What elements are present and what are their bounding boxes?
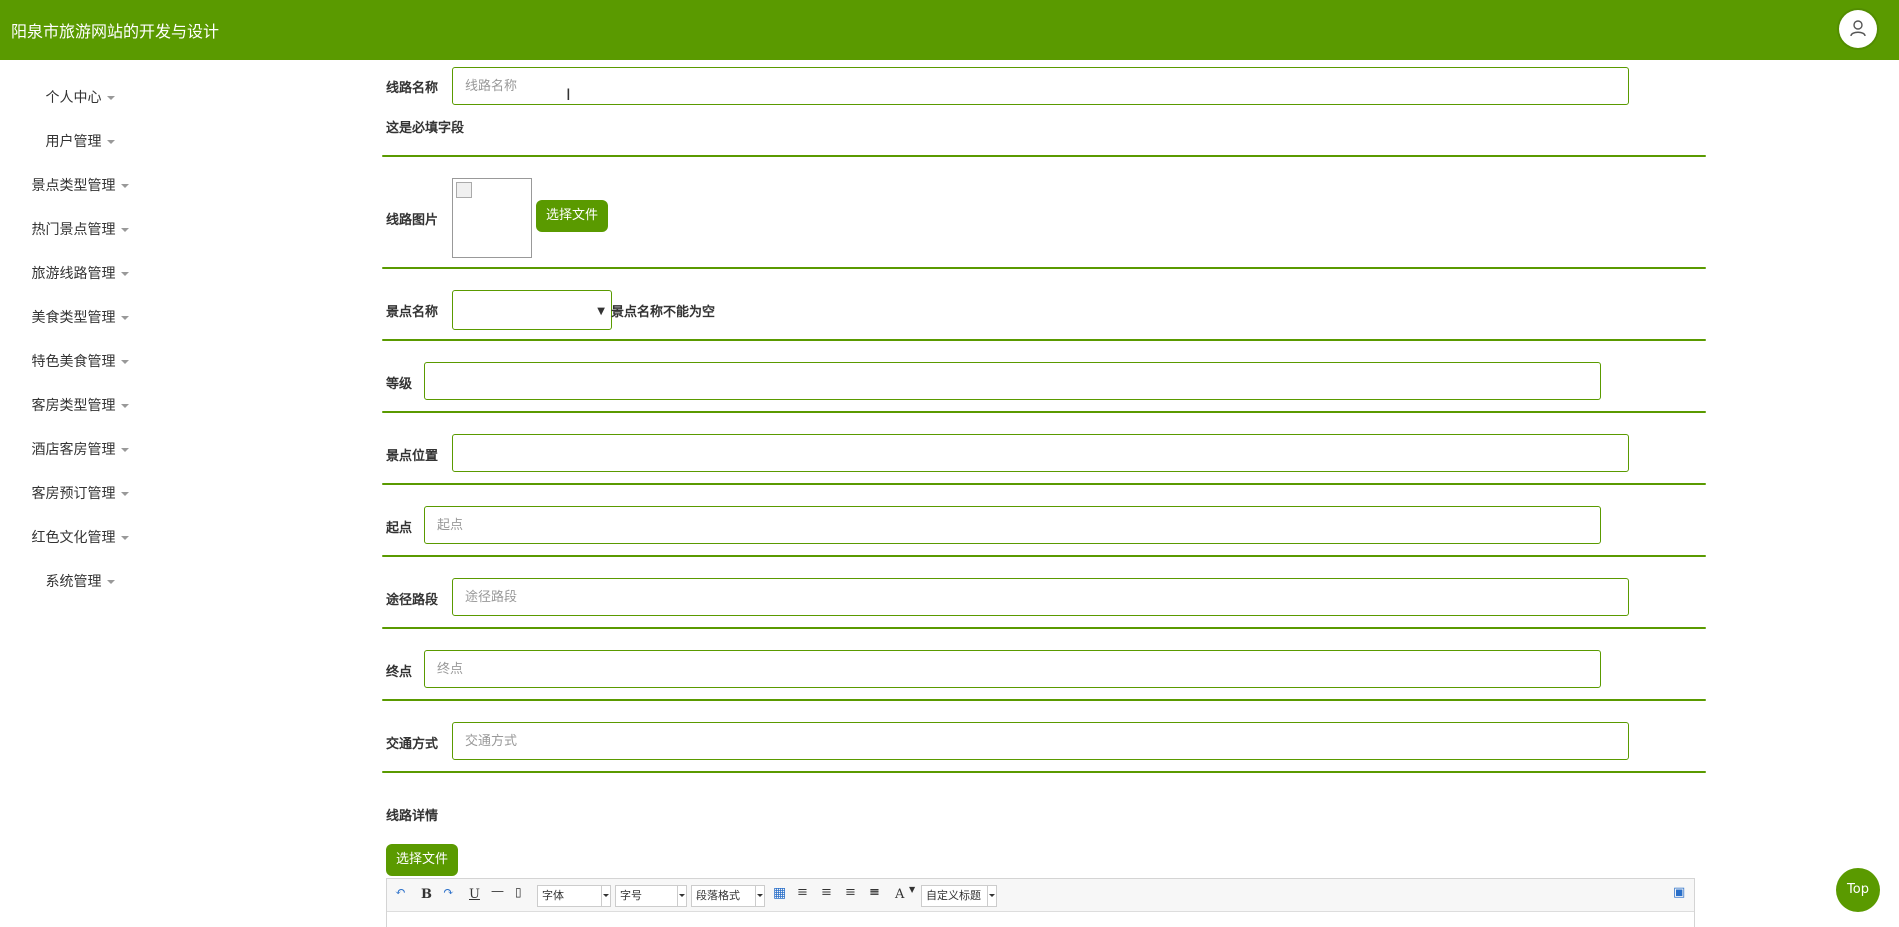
underline-icon[interactable]: U bbox=[469, 887, 480, 902]
align-right-icon[interactable]: ≡ bbox=[821, 885, 832, 900]
paragraph-format-select[interactable]: 段落格式 bbox=[691, 885, 765, 907]
table-icon[interactable]: ▦ bbox=[773, 885, 786, 901]
dropdown-arrow-icon bbox=[987, 886, 996, 906]
custom-title-select[interactable]: 自定义标题 bbox=[921, 885, 997, 907]
align-left-icon[interactable]: ≡ bbox=[797, 885, 808, 900]
caret-down-icon bbox=[120, 272, 129, 276]
bold-button[interactable]: B bbox=[421, 887, 432, 902]
rich-text-editor: ↶ B ↷ U — ▯ 字体 字号 段落格式 ▦ ≡ ≡ ≡ ≡ A ▼ 自定义… bbox=[386, 878, 1695, 927]
dropdown-arrow-icon bbox=[601, 886, 610, 906]
route-name-input[interactable] bbox=[452, 67, 1629, 105]
transport-label: 交通方式 bbox=[386, 737, 439, 752]
user-icon bbox=[1850, 20, 1866, 37]
sidebar-item-room-type-management[interactable]: 客房类型管理 bbox=[0, 395, 160, 415]
level-input[interactable] bbox=[424, 362, 1601, 400]
font-size-select[interactable]: 字号 bbox=[615, 885, 687, 907]
text-cursor-icon: I bbox=[566, 85, 571, 104]
divider bbox=[382, 155, 1706, 157]
divider bbox=[382, 627, 1706, 629]
undo-icon[interactable]: ↶ bbox=[395, 885, 406, 900]
location-label: 景点位置 bbox=[386, 449, 439, 464]
dropdown-arrow-icon bbox=[677, 886, 686, 906]
spot-name-error: 景点名称不能为空 bbox=[611, 305, 716, 320]
end-input[interactable] bbox=[424, 650, 1601, 688]
location-input[interactable] bbox=[452, 434, 1629, 472]
via-label: 途径路段 bbox=[386, 593, 439, 608]
details-choose-file-button[interactable]: 选择文件 bbox=[386, 844, 459, 876]
route-image-preview bbox=[452, 178, 532, 258]
sidebar-item-red-culture-management[interactable]: 红色文化管理 bbox=[0, 527, 160, 547]
back-to-top-button[interactable]: Top bbox=[1836, 868, 1880, 912]
sidebar-item-hotel-room-management[interactable]: 酒店客房管理 bbox=[0, 439, 160, 459]
start-label: 起点 bbox=[386, 521, 413, 536]
sidebar-item-food-type-management[interactable]: 美食类型管理 bbox=[0, 307, 160, 327]
divider bbox=[382, 483, 1706, 485]
chevron-down-icon: ▼ bbox=[597, 306, 605, 317]
end-label: 终点 bbox=[386, 665, 413, 680]
sidebar-item-route-management[interactable]: 旅游线路管理 bbox=[0, 263, 160, 283]
route-name-required-hint: 这是必填字段 bbox=[386, 121, 465, 136]
route-image-choose-file-button[interactable]: 选择文件 bbox=[536, 200, 609, 232]
caret-down-icon bbox=[106, 140, 115, 144]
via-input[interactable] bbox=[452, 578, 1629, 616]
divider bbox=[382, 411, 1706, 413]
caret-down-icon bbox=[106, 580, 115, 584]
sidebar-item-special-food-management[interactable]: 特色美食管理 bbox=[0, 351, 160, 371]
sidebar-item-personal-center[interactable]: 个人中心 bbox=[0, 87, 160, 107]
caret-down-icon bbox=[120, 360, 129, 364]
spot-name-select[interactable]: ▼ bbox=[452, 290, 612, 330]
divider bbox=[382, 339, 1706, 341]
sidebar-item-system-management[interactable]: 系统管理 bbox=[0, 571, 160, 591]
sidebar-item-spot-type-management[interactable]: 景点类型管理 bbox=[0, 175, 160, 195]
sidebar-item-user-management[interactable]: 用户管理 bbox=[0, 131, 160, 151]
broken-image-icon bbox=[456, 182, 472, 198]
spot-name-label: 景点名称 bbox=[386, 305, 439, 320]
font-color-dropdown-icon[interactable]: ▼ bbox=[909, 885, 915, 894]
redo-icon[interactable]: ↷ bbox=[443, 885, 454, 900]
divider bbox=[382, 267, 1706, 269]
start-input[interactable] bbox=[424, 506, 1601, 544]
caret-down-icon bbox=[120, 228, 129, 232]
caret-down-icon bbox=[120, 492, 129, 496]
transport-input[interactable] bbox=[452, 722, 1629, 760]
font-family-select[interactable]: 字体 bbox=[537, 885, 611, 907]
divider bbox=[382, 699, 1706, 701]
font-color-button[interactable]: A bbox=[895, 887, 904, 902]
top-bar: 阳泉市旅游网站的开发与设计 bbox=[0, 0, 1899, 60]
caret-down-icon bbox=[120, 404, 129, 408]
divider bbox=[382, 771, 1706, 773]
dropdown-arrow-icon bbox=[755, 886, 764, 906]
sidebar-item-hot-spot-management[interactable]: 热门景点管理 bbox=[0, 219, 160, 239]
align-center-icon[interactable]: ≡ bbox=[845, 885, 856, 900]
caret-down-icon bbox=[120, 448, 129, 452]
caret-down-icon bbox=[120, 316, 129, 320]
caret-down-icon bbox=[120, 536, 129, 540]
route-name-label: 线路名称 bbox=[386, 81, 439, 96]
divider bbox=[382, 555, 1706, 557]
editor-toolbar: ↶ B ↷ U — ▯ 字体 字号 段落格式 ▦ ≡ ≡ ≡ ≡ A ▼ 自定义… bbox=[387, 879, 1694, 912]
align-justify-icon[interactable]: ≡ bbox=[869, 885, 880, 900]
level-label: 等级 bbox=[386, 377, 413, 392]
fullscreen-icon[interactable]: ▣ bbox=[1673, 885, 1685, 900]
sidebar-item-room-booking-management[interactable]: 客房预订管理 bbox=[0, 483, 160, 503]
caret-down-icon bbox=[106, 96, 115, 100]
document-icon[interactable]: ▯ bbox=[515, 885, 522, 899]
route-image-label: 线路图片 bbox=[386, 213, 439, 228]
details-label: 线路详情 bbox=[386, 809, 439, 824]
user-avatar-button[interactable] bbox=[1839, 10, 1877, 48]
app-title: 阳泉市旅游网站的开发与设计 bbox=[11, 22, 220, 41]
caret-down-icon bbox=[120, 184, 129, 188]
horizontal-rule-icon[interactable]: — bbox=[491, 884, 504, 899]
